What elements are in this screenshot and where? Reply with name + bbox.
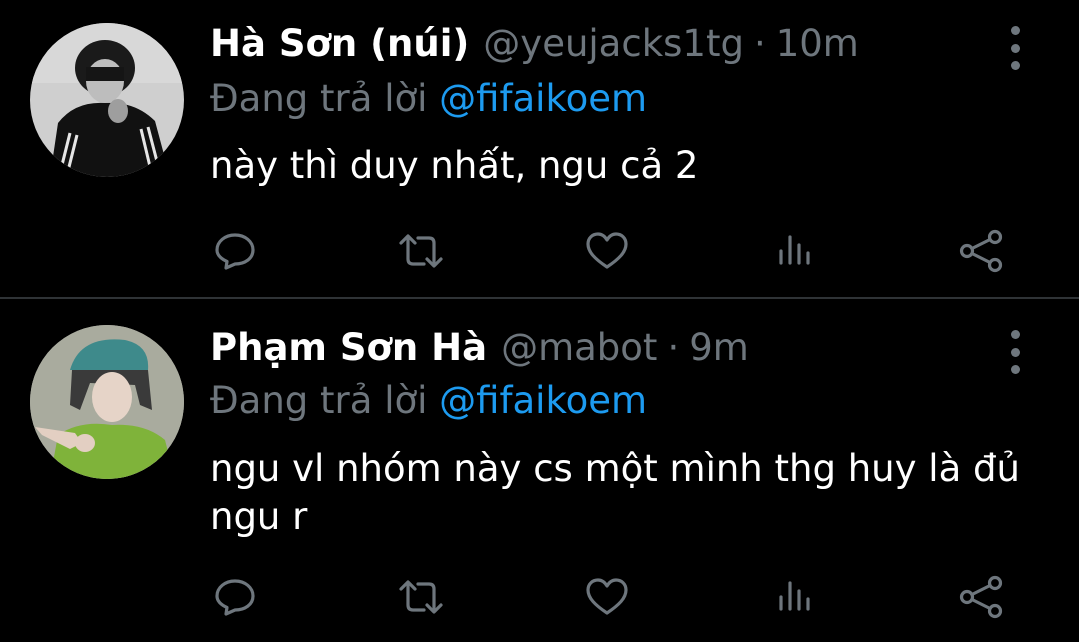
tweet-text: ngu vl nhóm này cs một mình thg huy là đ… [210, 447, 1020, 538]
tweet-actions [0, 226, 1079, 276]
views-icon[interactable] [770, 226, 820, 276]
mention-link[interactable]: @fifaikoem [439, 77, 647, 120]
tweet[interactable]: Hà Sơn (núi) @yeujacks1tg · 10m Đang trả… [0, 0, 1079, 298]
tweet[interactable]: Phạm Sơn Hà @mabot · 9m Đang trả lời @fi… [0, 300, 1079, 642]
tweet-text: này thì duy nhất, ngu cả 2 [210, 144, 699, 187]
replying-prefix: Đang trả lời [210, 379, 428, 422]
retweet-icon[interactable] [396, 572, 446, 622]
mention-link[interactable]: @fifaikoem [439, 379, 647, 422]
share-icon[interactable] [956, 226, 1006, 276]
timestamp[interactable]: 10m [776, 22, 859, 65]
reply-icon[interactable] [210, 572, 260, 622]
tweet-header: Hà Sơn (núi) @yeujacks1tg · 10m [210, 22, 859, 72]
display-name[interactable]: Phạm Sơn Hà [210, 326, 487, 369]
replying-prefix: Đang trả lời [210, 77, 428, 120]
replying-to: Đang trả lời @fifaikoem [210, 77, 647, 120]
avatar[interactable] [30, 23, 184, 177]
reply-icon[interactable] [210, 226, 260, 276]
tweet-actions [0, 572, 1079, 622]
timestamp[interactable]: 9m [689, 326, 749, 369]
separator: · [667, 326, 680, 369]
separator: · [753, 22, 766, 65]
user-handle[interactable]: @mabot [501, 326, 657, 369]
divider [0, 297, 1079, 299]
share-icon[interactable] [956, 572, 1006, 622]
retweet-icon[interactable] [396, 226, 446, 276]
like-icon[interactable] [582, 226, 632, 276]
views-icon[interactable] [770, 572, 820, 622]
like-icon[interactable] [582, 572, 632, 622]
avatar[interactable] [30, 325, 184, 479]
replying-to: Đang trả lời @fifaikoem [210, 379, 647, 422]
more-options-icon[interactable] [1004, 26, 1026, 70]
tweet-header: Phạm Sơn Hà @mabot · 9m [210, 326, 749, 376]
display-name[interactable]: Hà Sơn (núi) [210, 22, 469, 65]
user-handle[interactable]: @yeujacks1tg [483, 22, 744, 65]
more-options-icon[interactable] [1004, 330, 1026, 374]
